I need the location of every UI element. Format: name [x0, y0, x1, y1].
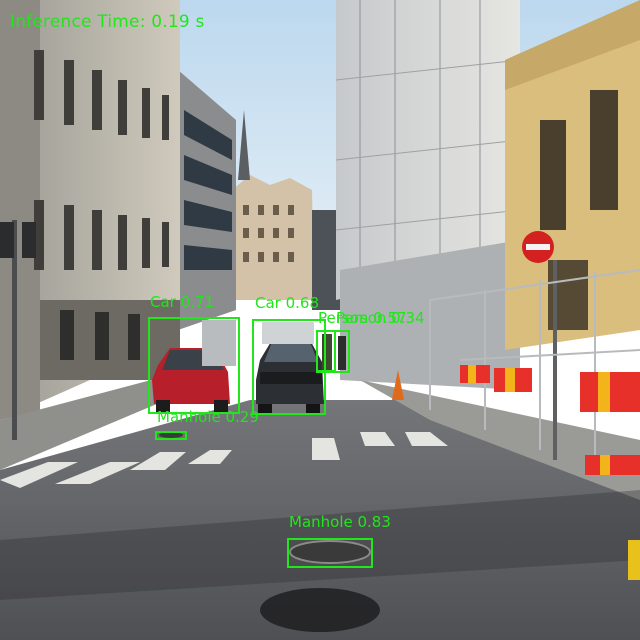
manhole-detection-label-2: Manhole 0.83	[289, 513, 391, 531]
manhole-detection-label-1: Manhole 0.29	[157, 408, 259, 426]
car-detection-label-1: Car 0.71	[150, 293, 214, 311]
manhole-detection-box-1	[155, 431, 187, 440]
person-detection-label-2: Person 0.34	[336, 309, 425, 327]
tree-shadow	[260, 588, 380, 632]
person-detection-box-2	[316, 330, 336, 372]
inference-time-label: Inference Time: 0.19 s	[10, 12, 205, 32]
right-ornate-building	[505, 0, 640, 350]
car-detection-label-2: Car 0.68	[255, 294, 319, 312]
car-detection-box-1	[148, 317, 240, 414]
scaffold-building	[335, 0, 521, 390]
manhole-detection-box-2	[287, 538, 373, 568]
car-detection-box-2	[252, 319, 326, 415]
